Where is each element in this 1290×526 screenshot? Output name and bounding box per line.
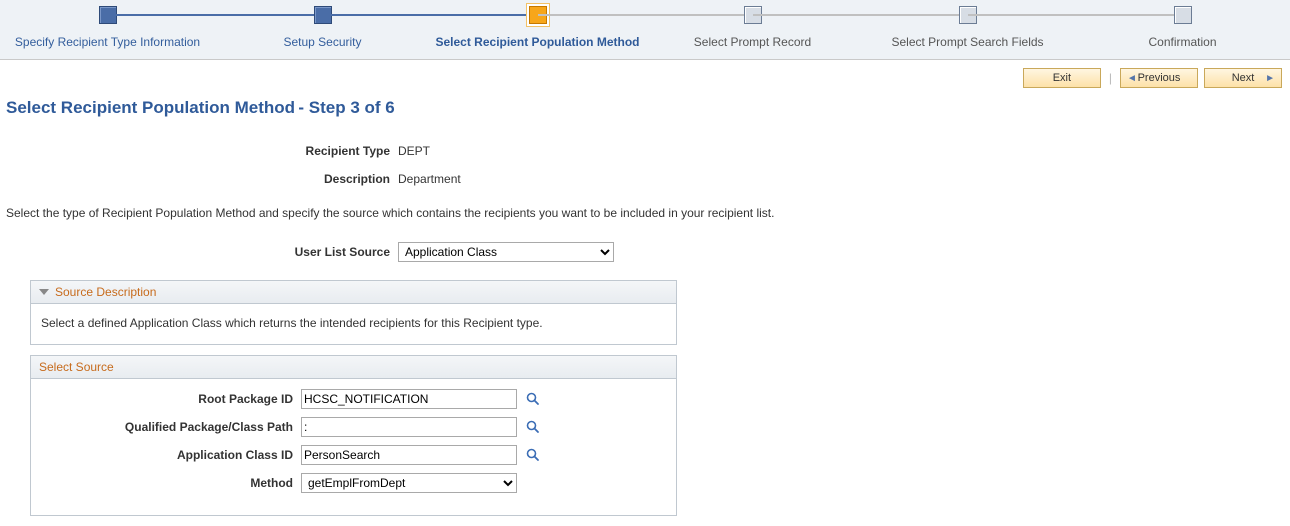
select-source-heading: Select Source	[39, 360, 114, 374]
recipient-type-value: DEPT	[398, 144, 1290, 158]
wizard-train: Specify Recipient Type Information Setup…	[0, 0, 1290, 60]
wizard-step-1[interactable]: Specify Recipient Type Information	[0, 6, 215, 49]
exit-button[interactable]: Exit	[1023, 68, 1101, 88]
root-package-label: Root Package ID	[41, 392, 297, 406]
wizard-step-1-label: Specify Recipient Type Information	[0, 35, 215, 49]
user-list-source-row: User List Source Application Class	[0, 238, 1290, 270]
next-button[interactable]: Next ►	[1204, 68, 1282, 88]
description-value: Department	[398, 172, 1290, 186]
method-select[interactable]: getEmplFromDept	[301, 473, 517, 493]
wizard-step-4-label: Select Prompt Record	[645, 35, 860, 49]
page-title: Select Recipient Population Method	[6, 98, 295, 117]
next-button-label: Next	[1232, 72, 1255, 84]
wizard-step-3-label: Select Recipient Population Method	[430, 35, 645, 49]
root-package-row: Root Package ID	[41, 389, 666, 409]
header-fields: Recipient Type DEPT Description Departme…	[0, 122, 1290, 194]
wizard-step-6-label: Confirmation	[1075, 35, 1290, 49]
collapse-arrow-icon	[39, 289, 49, 295]
exit-button-label: Exit	[1053, 72, 1071, 84]
qualified-path-row: Qualified Package/Class Path	[41, 417, 666, 437]
method-label: Method	[41, 476, 297, 490]
magnifier-icon	[526, 448, 540, 462]
action-bar: Exit | ◄ Previous Next ►	[0, 60, 1290, 88]
app-class-label: Application Class ID	[41, 448, 297, 462]
chevron-left-icon: ◄	[1127, 73, 1137, 84]
magnifier-icon	[526, 392, 540, 406]
qualified-path-lookup[interactable]	[525, 419, 541, 435]
wizard-step-3[interactable]: Select Recipient Population Method	[430, 6, 645, 49]
instructions-text: Select the type of Recipient Population …	[0, 194, 1290, 238]
chevron-right-icon: ►	[1265, 73, 1275, 84]
user-list-source-label: User List Source	[0, 245, 390, 259]
wizard-step-6[interactable]: Confirmation	[1075, 6, 1290, 49]
app-class-row: Application Class ID	[41, 445, 666, 465]
page-subtitle: - Step 3 of 6	[298, 98, 394, 117]
previous-button[interactable]: ◄ Previous	[1120, 68, 1198, 88]
wizard-step-2[interactable]: Setup Security	[215, 6, 430, 49]
recipient-type-label: Recipient Type	[0, 144, 390, 158]
wizard-box-future	[1174, 6, 1192, 24]
root-package-input[interactable]	[301, 389, 517, 409]
qualified-path-label: Qualified Package/Class Path	[41, 420, 297, 434]
description-label: Description	[0, 172, 390, 186]
qualified-path-input[interactable]	[301, 417, 517, 437]
previous-button-label: Previous	[1138, 72, 1181, 84]
magnifier-icon	[526, 420, 540, 434]
wizard-step-4[interactable]: Select Prompt Record	[645, 6, 860, 49]
page-title-wrap: Select Recipient Population Method - Ste…	[0, 88, 1290, 122]
user-list-source-select[interactable]: Application Class	[398, 242, 614, 262]
source-description-heading: Source Description	[55, 285, 156, 299]
source-description-header[interactable]: Source Description	[31, 281, 676, 304]
source-description-body: Select a defined Application Class which…	[31, 304, 676, 344]
source-description-group: Source Description Select a defined Appl…	[30, 280, 677, 345]
root-package-lookup[interactable]	[525, 391, 541, 407]
method-row: Method getEmplFromDept	[41, 473, 666, 493]
app-class-input[interactable]	[301, 445, 517, 465]
wizard-step-5[interactable]: Select Prompt Search Fields	[860, 6, 1075, 49]
select-source-group: Select Source Root Package ID Qualified …	[30, 355, 677, 516]
app-class-lookup[interactable]	[525, 447, 541, 463]
wizard-step-2-label: Setup Security	[215, 35, 430, 49]
wizard-step-5-label: Select Prompt Search Fields	[860, 35, 1075, 49]
action-separator: |	[1107, 71, 1114, 85]
select-source-header: Select Source	[31, 356, 676, 379]
